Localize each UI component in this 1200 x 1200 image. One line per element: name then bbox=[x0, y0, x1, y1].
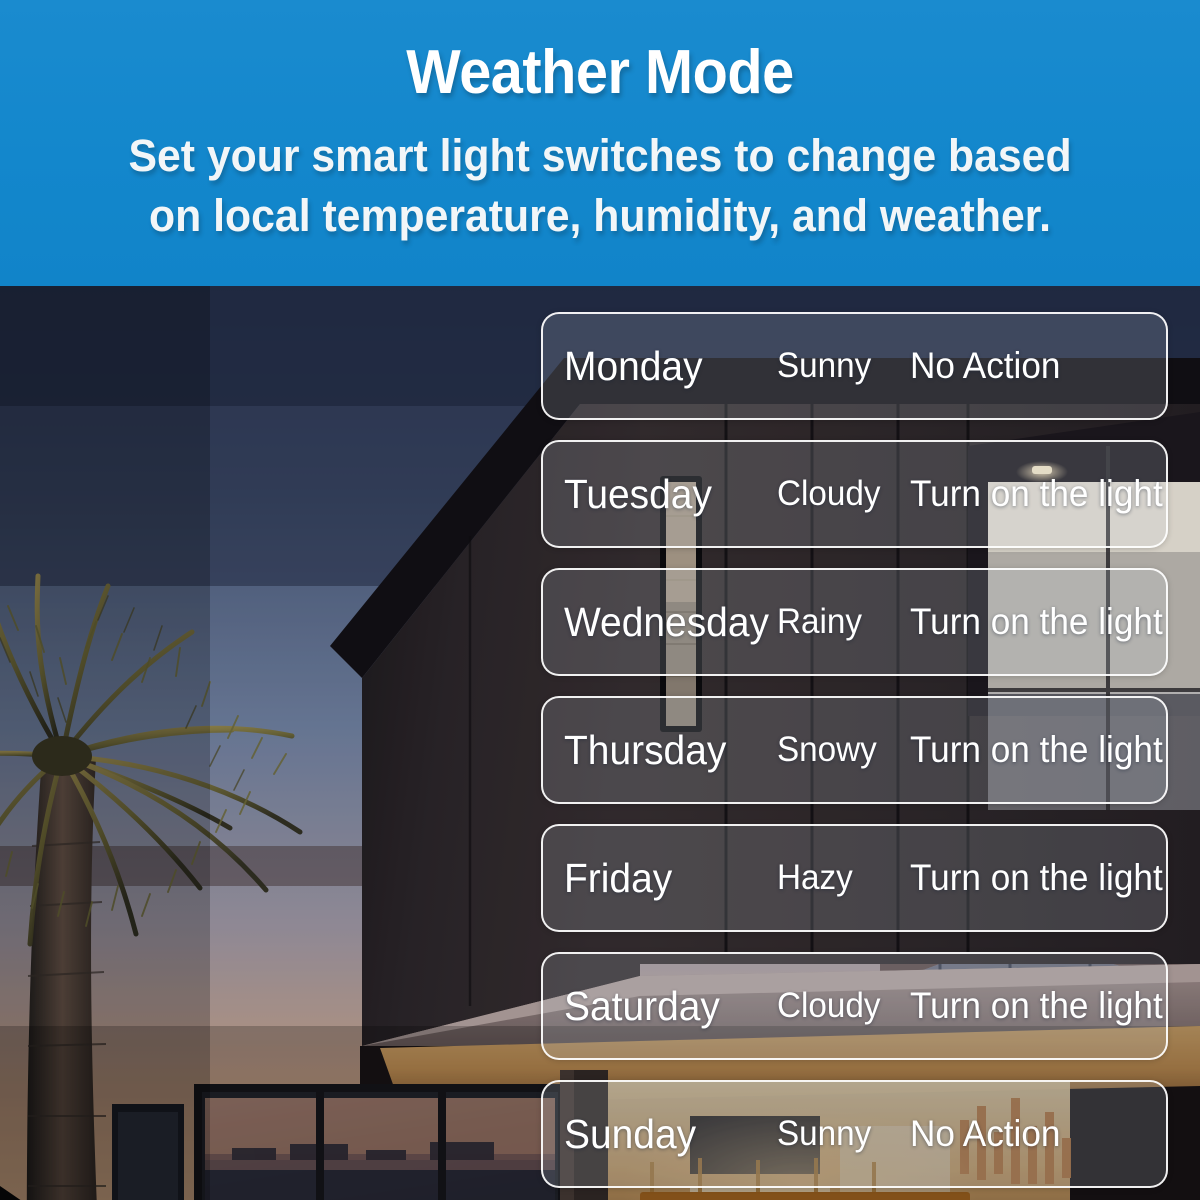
table-row[interactable]: Saturday Cloudy Turn on the light bbox=[541, 952, 1168, 1060]
row-action-label: No Action bbox=[910, 1113, 1061, 1154]
table-row[interactable]: Tuesday Cloudy Turn on the light bbox=[541, 440, 1168, 548]
row-weather-label: Hazy bbox=[777, 858, 853, 897]
table-row[interactable]: Thursday Snowy Turn on the light bbox=[541, 696, 1168, 804]
page-subtitle: Set your smart light switches to change … bbox=[64, 126, 1136, 246]
row-weather-label: Cloudy bbox=[777, 474, 881, 513]
row-day-label: Saturday bbox=[564, 982, 720, 1029]
row-action-label: Turn on the light bbox=[910, 857, 1163, 898]
weather-mode-infographic: Weather Mode Set your smart light switch… bbox=[0, 0, 1200, 1200]
row-weather-label: Sunny bbox=[777, 1114, 872, 1153]
table-row[interactable]: Wednesday Rainy Turn on the light bbox=[541, 568, 1168, 676]
row-weather-label: Cloudy bbox=[777, 986, 881, 1025]
weather-schedule-list: Monday Sunny No Action Tuesday Cloudy Tu… bbox=[541, 312, 1168, 1188]
subtitle-line-2: on local temperature, humidity, and weat… bbox=[149, 189, 1051, 241]
row-action-label: Turn on the light bbox=[910, 985, 1163, 1026]
subtitle-line-1: Set your smart light switches to change … bbox=[128, 130, 1072, 181]
row-day-label: Sunday bbox=[564, 1110, 697, 1157]
row-day-label: Friday bbox=[564, 854, 673, 901]
header-banner: Weather Mode Set your smart light switch… bbox=[0, 0, 1200, 286]
row-day-label: Thursday bbox=[564, 726, 727, 773]
table-row[interactable]: Friday Hazy Turn on the light bbox=[541, 824, 1168, 932]
page-title: Weather Mode bbox=[406, 38, 794, 107]
row-action-label: Turn on the light bbox=[910, 601, 1163, 642]
row-day-label: Wednesday bbox=[564, 598, 769, 645]
row-action-label: Turn on the light bbox=[910, 729, 1163, 770]
row-action-label: Turn on the light bbox=[910, 473, 1163, 514]
table-row[interactable]: Monday Sunny No Action bbox=[541, 312, 1168, 420]
table-row[interactable]: Sunday Sunny No Action bbox=[541, 1080, 1168, 1188]
row-day-label: Tuesday bbox=[564, 470, 712, 517]
row-weather-label: Snowy bbox=[777, 730, 877, 769]
row-weather-label: Rainy bbox=[777, 602, 863, 641]
row-action-label: No Action bbox=[910, 345, 1061, 386]
row-weather-label: Sunny bbox=[777, 346, 872, 385]
row-day-label: Monday bbox=[564, 342, 703, 389]
